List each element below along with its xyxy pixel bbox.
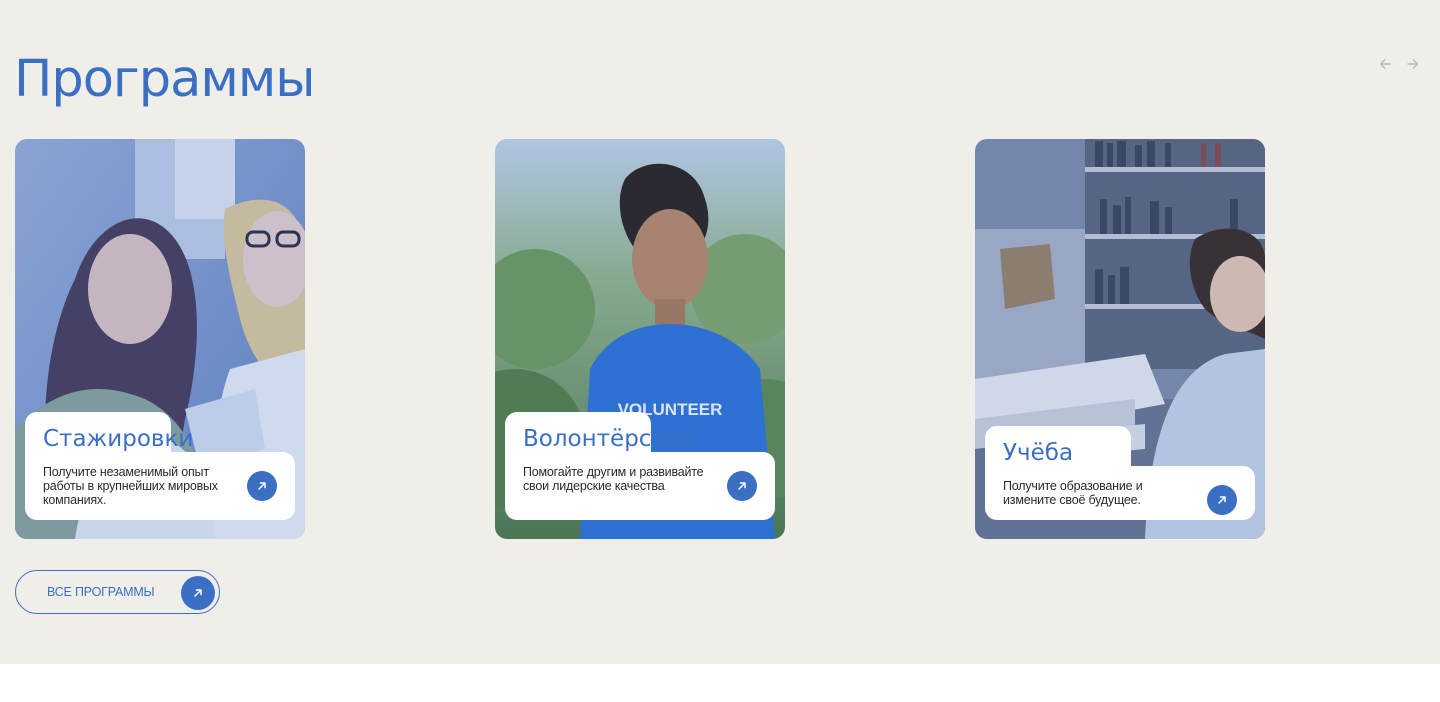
card-title: Стажировки	[43, 426, 194, 452]
card-title: Волонтёрство	[523, 426, 693, 452]
program-card-volunteering[interactable]: VOLUNTEER Волонтёрство Помогайте другим …	[495, 139, 785, 539]
program-card-study[interactable]: Учёба Получите образование и измените св…	[975, 139, 1265, 539]
card-body: Получите образование и измените своё буд…	[985, 466, 1255, 520]
section-title: Программы	[14, 50, 316, 109]
arrow-up-right-icon	[1218, 496, 1226, 504]
all-programs-label: ВСЕ ПРОГРАММЫ	[47, 585, 155, 599]
arrow-right-icon	[1407, 59, 1419, 69]
card-description: Получите незаменимый опыт работы в крупн…	[43, 465, 218, 507]
arrow-up-right-icon	[258, 482, 266, 490]
card-open-button[interactable]	[1207, 485, 1237, 515]
all-programs-arrow	[181, 576, 215, 610]
arrow-left-icon	[1379, 59, 1391, 69]
carousel-next-button[interactable]	[1405, 56, 1421, 72]
card-open-button[interactable]	[727, 471, 757, 501]
card-open-button[interactable]	[247, 471, 277, 501]
card-title: Учёба	[1003, 440, 1074, 466]
arrow-up-right-icon	[194, 589, 202, 597]
program-card-internships[interactable]: Стажировки Получите незаменимый опыт раб…	[15, 139, 305, 539]
arrow-up-right-icon	[738, 482, 746, 490]
all-programs-button[interactable]: ВСЕ ПРОГРАММЫ	[15, 570, 220, 614]
card-body: Помогайте другим и развивайте свои лидер…	[505, 452, 775, 520]
card-description: Помогайте другим и развивайте свои лидер…	[523, 465, 704, 493]
carousel-prev-button[interactable]	[1377, 56, 1393, 72]
programs-section: Программы Стажировки Получите незаменимы…	[0, 0, 1440, 664]
card-description: Получите образование и измените своё буд…	[1003, 479, 1143, 507]
card-body: Получите незаменимый опыт работы в крупн…	[25, 452, 295, 520]
